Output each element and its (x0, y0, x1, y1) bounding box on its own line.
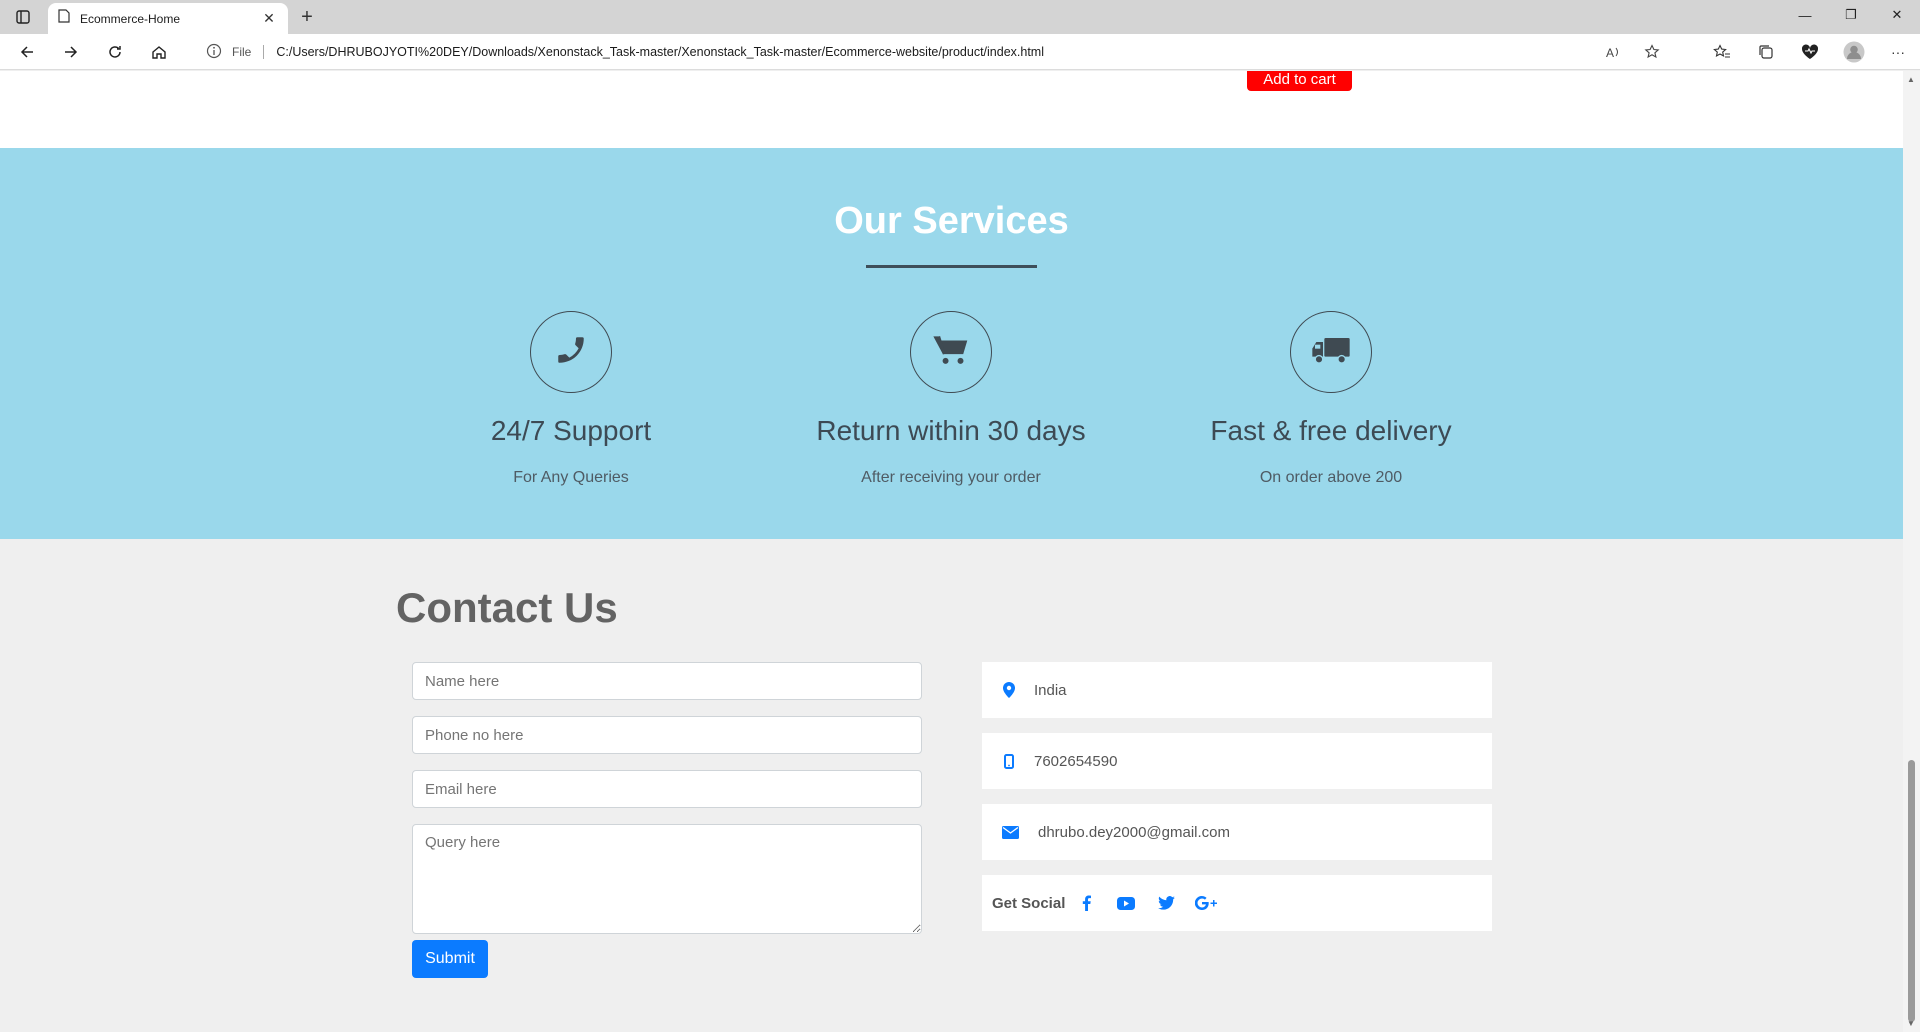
service-subtitle: After receiving your order (861, 469, 1041, 486)
service-subtitle: On order above 200 (1259, 469, 1403, 486)
email-card: dhrubo.dey2000@gmail.com (982, 804, 1492, 860)
google-plus-icon[interactable] (1195, 892, 1218, 914)
address-scheme-label: File (232, 45, 252, 59)
services-section: Our Services 24/7 Support For Any Querie… (0, 148, 1903, 539)
location-text: India (1034, 681, 1067, 699)
scroll-up-arrow-icon[interactable]: ▲ (1907, 75, 1915, 84)
page-scrollbar[interactable]: ▲ ▼ (1903, 71, 1920, 1032)
services-title: Our Services (834, 200, 1069, 242)
web-page: Add to cart Our Services 24/7 Support Fo… (0, 71, 1903, 1032)
new-tab-button[interactable]: + (296, 6, 318, 28)
more-menu-icon[interactable]: ··· (1886, 40, 1910, 64)
email-text: dhrubo.dey2000@gmail.com (1038, 823, 1231, 841)
social-card: Get Social (982, 875, 1492, 931)
browser-essentials-icon[interactable] (1798, 40, 1822, 64)
service-returns: Return within 30 days After receiving yo… (761, 311, 1141, 487)
info-icon[interactable] (206, 43, 224, 61)
collections-icon[interactable] (1754, 40, 1778, 64)
mobile-icon (1000, 752, 1018, 770)
service-delivery: Fast & free delivery On order above 200 (1141, 311, 1521, 487)
scroll-down-arrow-icon[interactable]: ▼ (1907, 1019, 1915, 1028)
envelope-icon (1000, 823, 1020, 841)
back-icon[interactable] (14, 40, 40, 64)
browser-toolbar: File C:/Users/DHRUBOJYOTI%20DEY/Download… (0, 34, 1920, 70)
truck-icon (1311, 334, 1351, 371)
scrollbar-thumb[interactable] (1908, 760, 1915, 1022)
page-icon (58, 9, 70, 28)
restore-button[interactable]: ❐ (1828, 0, 1874, 30)
contact-title: Contact Us (396, 584, 618, 631)
location-card: India (982, 662, 1492, 718)
phone-card: 7602654590 (982, 733, 1492, 789)
close-tab-icon[interactable]: ✕ (260, 10, 278, 27)
tab-actions-icon[interactable] (12, 7, 34, 27)
read-aloud-icon[interactable]: A (1602, 40, 1626, 64)
browser-tab[interactable]: Ecommerce-Home ✕ (48, 3, 288, 34)
email-field[interactable] (412, 770, 922, 808)
browser-titlebar: Ecommerce-Home ✕ + — ❐ ✕ (0, 0, 1920, 34)
service-icon-circle (530, 311, 612, 393)
service-support: 24/7 Support For Any Queries (381, 311, 761, 487)
add-favorite-icon[interactable] (1640, 40, 1664, 64)
service-subtitle: For Any Queries (513, 469, 629, 486)
address-bar[interactable]: File C:/Users/DHRUBOJYOTI%20DEY/Download… (190, 38, 1670, 66)
facebook-icon[interactable] (1075, 892, 1097, 914)
address-url[interactable]: C:/Users/DHRUBOJYOTI%20DEY/Downloads/Xen… (276, 45, 1044, 59)
twitter-icon[interactable] (1155, 892, 1177, 914)
cart-icon (932, 333, 970, 372)
services-title-underline (866, 265, 1037, 268)
social-label: Get Social (992, 894, 1066, 912)
refresh-icon[interactable] (102, 40, 128, 64)
profile-avatar-icon[interactable] (1842, 40, 1866, 64)
service-icon-circle (1290, 311, 1372, 393)
home-icon[interactable] (146, 40, 172, 64)
svg-text:A: A (1606, 46, 1614, 59)
product-section: Add to cart (0, 71, 1903, 148)
forward-icon[interactable] (58, 40, 84, 64)
query-field[interactable] (412, 824, 922, 934)
phone-text: 7602654590 (1034, 752, 1118, 770)
service-title: Return within 30 days (816, 415, 1086, 446)
window-controls: — ❐ ✕ (1782, 0, 1920, 34)
service-icon-circle (910, 311, 992, 393)
map-marker-icon (1000, 681, 1018, 699)
favorites-icon[interactable] (1710, 40, 1734, 64)
name-field[interactable] (412, 662, 922, 700)
add-to-cart-button[interactable]: Add to cart (1247, 71, 1352, 91)
service-title: 24/7 Support (490, 415, 652, 446)
minimize-button[interactable]: — (1782, 0, 1828, 30)
youtube-icon[interactable] (1115, 892, 1137, 914)
phone-icon (554, 333, 588, 372)
tab-title: Ecommerce-Home (80, 11, 181, 26)
phone-field[interactable] (412, 716, 922, 754)
close-window-button[interactable]: ✕ (1874, 0, 1920, 30)
address-divider (263, 45, 265, 59)
service-title: Fast & free delivery (1210, 415, 1452, 446)
submit-button[interactable]: Submit (412, 940, 488, 978)
contact-section: Contact Us Submit India 7602654590 dhrub… (0, 539, 1903, 1032)
